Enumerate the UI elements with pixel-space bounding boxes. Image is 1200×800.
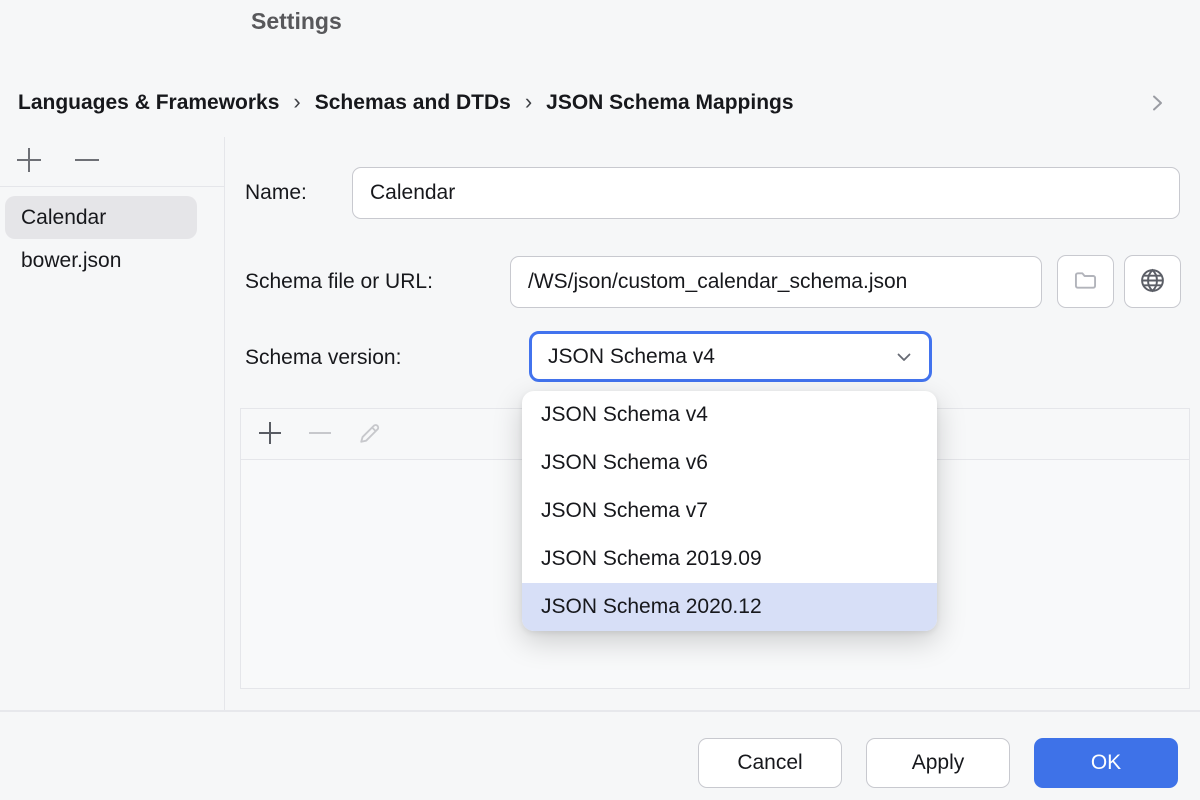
schema-version-select[interactable]: JSON Schema v4 <box>529 331 932 382</box>
dropdown-option-v4[interactable]: JSON Schema v4 <box>522 391 937 439</box>
name-input[interactable] <box>352 167 1180 219</box>
schema-file-input[interactable] <box>510 256 1042 308</box>
add-entry-button[interactable] <box>253 417 287 451</box>
folder-icon <box>1072 267 1099 297</box>
pencil-icon <box>356 419 384 450</box>
remove-entry-button[interactable] <box>303 417 337 451</box>
breadcrumb-separator: › <box>293 89 300 118</box>
schema-version-dropdown: JSON Schema v4 JSON Schema v6 JSON Schem… <box>522 391 937 631</box>
minus-icon <box>306 419 334 450</box>
sidebar-toolbar <box>12 144 104 178</box>
breadcrumb-item-schemas-dtds[interactable]: Schemas and DTDs <box>315 91 511 115</box>
remove-mapping-button[interactable] <box>70 144 104 178</box>
globe-icon <box>1138 266 1167 298</box>
dropdown-option-2020-12[interactable]: JSON Schema 2020.12 <box>522 583 937 631</box>
ok-button[interactable]: OK <box>1034 738 1178 788</box>
sidebar-top-divider <box>0 186 224 187</box>
breadcrumb-separator: › <box>525 89 532 118</box>
schema-file-label: Schema file or URL: <box>245 270 433 294</box>
breadcrumb: Languages & Frameworks › Schemas and DTD… <box>18 84 1182 122</box>
plus-icon <box>256 419 284 450</box>
dropdown-option-v7[interactable]: JSON Schema v7 <box>522 487 937 535</box>
cancel-button[interactable]: Cancel <box>698 738 842 788</box>
apply-button[interactable]: Apply <box>866 738 1010 788</box>
url-button[interactable] <box>1124 255 1181 308</box>
list-item-label: Calendar <box>21 206 106 230</box>
schema-list: Calendar bower.json <box>5 196 205 282</box>
list-item-calendar[interactable]: Calendar <box>5 196 197 239</box>
breadcrumb-item-json-schema-mappings[interactable]: JSON Schema Mappings <box>546 91 793 115</box>
footer-divider <box>0 710 1200 712</box>
sidebar-vertical-divider <box>224 137 225 711</box>
dropdown-option-v6[interactable]: JSON Schema v6 <box>522 439 937 487</box>
chevron-right-icon[interactable] <box>1146 92 1168 114</box>
name-label: Name: <box>245 181 307 205</box>
schema-version-label: Schema version: <box>245 346 401 370</box>
breadcrumb-item-languages-frameworks[interactable]: Languages & Frameworks <box>18 91 279 115</box>
page-title: Settings <box>251 8 342 35</box>
edit-entry-button[interactable] <box>353 417 387 451</box>
list-item-bower-json[interactable]: bower.json <box>5 239 197 282</box>
chevron-down-icon <box>895 348 913 366</box>
minus-icon <box>72 145 102 178</box>
list-item-label: bower.json <box>21 249 121 273</box>
selected-version-value: JSON Schema v4 <box>548 345 715 369</box>
dropdown-option-2019-09[interactable]: JSON Schema 2019.09 <box>522 535 937 583</box>
add-mapping-button[interactable] <box>12 144 46 178</box>
browse-file-button[interactable] <box>1057 255 1114 308</box>
plus-icon <box>14 145 44 178</box>
